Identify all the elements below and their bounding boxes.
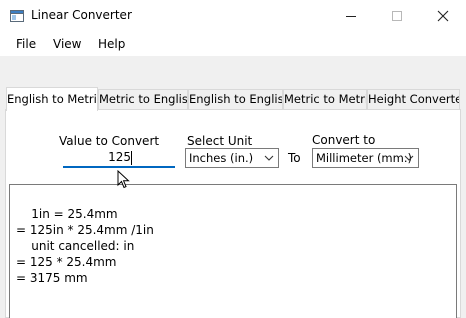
value-input[interactable]: 125: [63, 148, 175, 168]
window-title: Linear Converter: [31, 8, 132, 22]
to-label: To: [288, 151, 301, 165]
title-bar[interactable]: Linear Converter: [0, 0, 466, 32]
menu-view[interactable]: View: [53, 37, 81, 51]
chevron-down-icon: [404, 155, 414, 161]
tab-strip: English to Metric Metric to English Engl…: [0, 87, 466, 111]
menu-help[interactable]: Help: [98, 37, 125, 51]
tab-english-to-english[interactable]: English to English: [188, 89, 283, 110]
app-icon: [10, 10, 24, 22]
tab-height-converter[interactable]: Height Converter: [367, 89, 460, 110]
value-label: Value to Convert: [59, 134, 160, 148]
convert-to-value: Millimeter (mm.): [316, 151, 412, 165]
client-area: English to Metric Metric to English Engl…: [0, 56, 466, 318]
value-text: 125: [108, 150, 131, 164]
tab-page-english-to-metric: Value to Convert 125 Select Unit Inches …: [5, 109, 461, 318]
maximize-icon: [392, 11, 402, 21]
menu-file[interactable]: File: [16, 37, 36, 51]
result-line: unit cancelled: in: [16, 239, 135, 253]
minimize-button[interactable]: [328, 0, 374, 32]
menu-bar: File View Help: [0, 32, 466, 56]
select-unit-label: Select Unit: [187, 134, 253, 148]
select-unit-value: Inches (in.): [189, 151, 254, 165]
minimize-icon: [346, 16, 356, 17]
convert-to-label: Convert to: [312, 133, 376, 147]
chevron-down-icon: [264, 155, 274, 161]
result-line: = 125in * 25.4mm /1in: [16, 223, 154, 237]
close-button[interactable]: [420, 0, 466, 32]
result-line: = 125 * 25.4mm: [16, 255, 117, 269]
close-icon: [437, 10, 449, 22]
result-textbox[interactable]: 1in = 25.4mm = 125in * 25.4mm /1in unit …: [9, 184, 457, 318]
result-line: 1in = 25.4mm: [16, 207, 118, 221]
select-unit-dropdown[interactable]: Inches (in.): [185, 148, 279, 168]
maximize-button[interactable]: [374, 0, 420, 32]
tab-metric-to-english[interactable]: Metric to English: [98, 89, 188, 110]
tab-metric-to-metric[interactable]: Metric to Metric: [283, 89, 367, 110]
tab-english-to-metric[interactable]: English to Metric: [6, 87, 98, 111]
result-line: = 3175 mm: [16, 271, 88, 285]
text-caret: [131, 151, 132, 165]
convert-to-dropdown[interactable]: Millimeter (mm.): [312, 148, 419, 168]
mouse-pointer-icon: [117, 170, 130, 189]
